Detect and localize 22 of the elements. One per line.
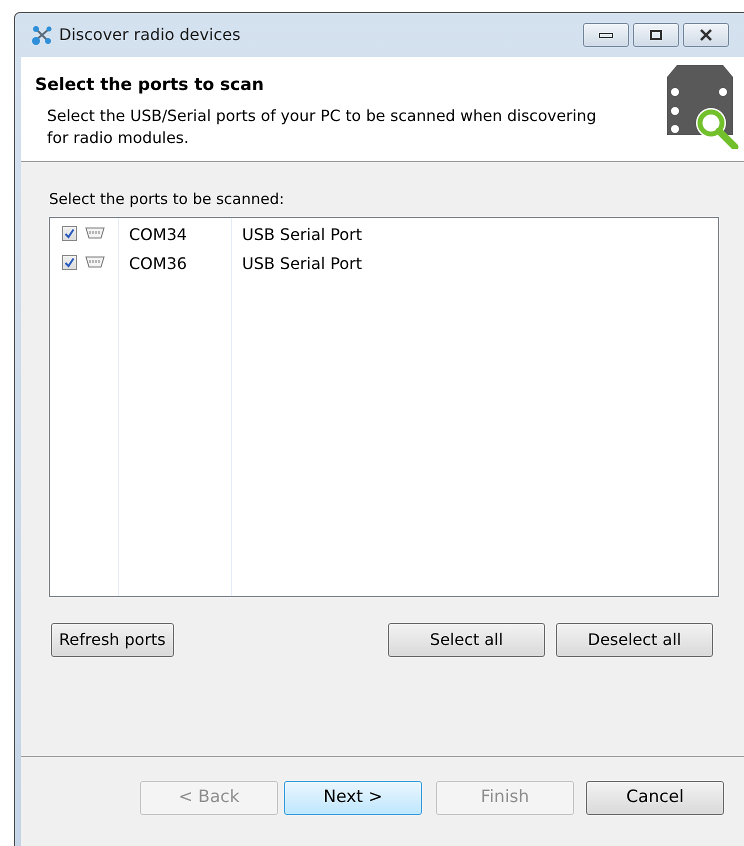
port-name: COM34 <box>129 224 188 244</box>
port-checkbox[interactable] <box>62 254 77 270</box>
window-title: Discover radio devices <box>59 24 240 46</box>
minimize-button[interactable] <box>583 23 629 47</box>
page-description: Select the USB/Serial ports of your PC to be scanned when discovering for radio modules. <box>47 106 598 148</box>
maximize-button[interactable] <box>633 23 679 47</box>
ports-label: Select the ports to be scanned: <box>49 189 286 210</box>
deselect-all-button[interactable]: Deselect all <box>556 622 713 656</box>
close-button[interactable] <box>683 23 729 47</box>
close-icon <box>699 29 713 41</box>
select-all-button[interactable]: Select all <box>388 622 545 656</box>
port-name: COM36 <box>129 252 188 272</box>
refresh-ports-button[interactable]: Refresh ports <box>51 622 174 656</box>
port-description: USB Serial Port <box>242 224 364 244</box>
wizard-button[interactable]: Next > <box>284 780 422 814</box>
network-nodes-icon <box>31 24 53 46</box>
wizard-button[interactable]: Cancel <box>586 780 724 814</box>
port-checkbox[interactable] <box>62 226 77 240</box>
serial-port-icon <box>85 256 105 268</box>
port-description: USB Serial Port <box>242 252 364 272</box>
page-title: Select the ports to scan <box>35 74 265 97</box>
serial-port-icon <box>85 227 105 239</box>
